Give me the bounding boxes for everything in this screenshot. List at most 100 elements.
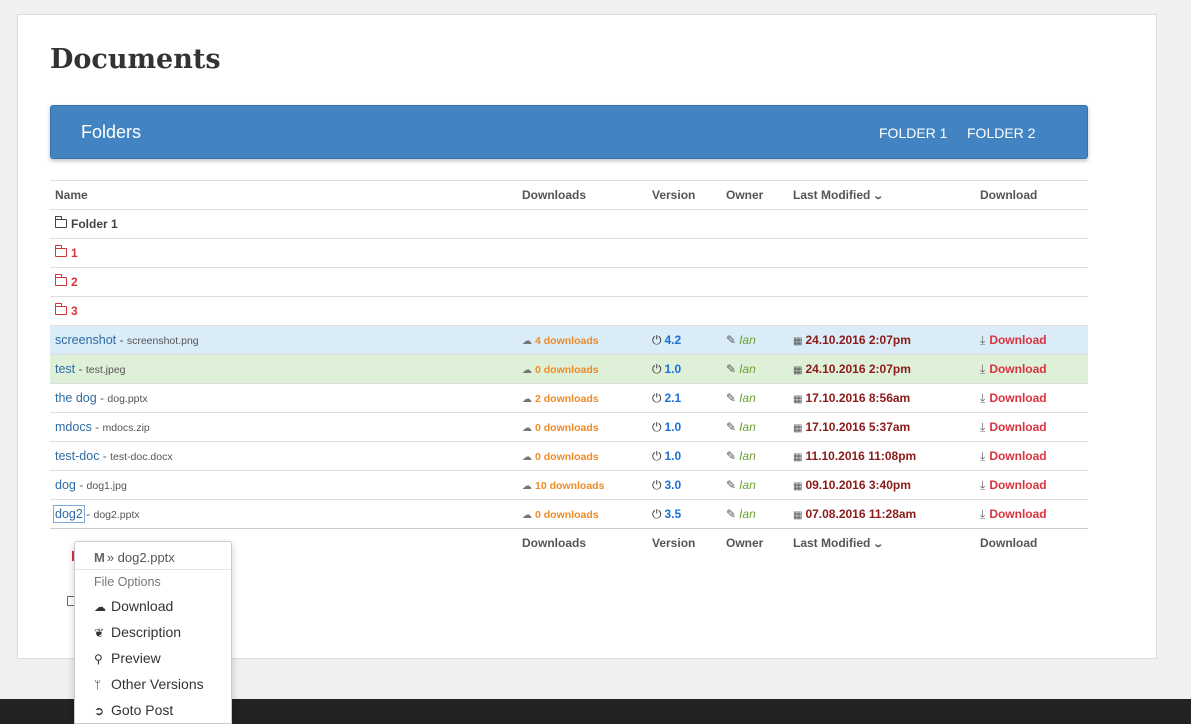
downloads-cell: ☁ 4 downloads xyxy=(517,325,647,355)
table-row: the dog - dog.pptx ☁ 2 downloads ⏻ 2.1 ✎ Ian ▦ 1… xyxy=(50,383,1088,413)
subfolder-link-1[interactable]: 1 xyxy=(54,245,78,260)
cloud-download-icon: ☁ xyxy=(522,481,532,492)
modified-cell: ▦ 11.10.2016 11:08pm xyxy=(788,441,975,471)
file-name-link[interactable]: dog2 xyxy=(53,505,85,523)
col-downloads-header[interactable]: Downloads xyxy=(517,180,647,210)
file-name-cell: dog2 - dog2.pptx xyxy=(50,499,517,529)
menu-item-goto-post[interactable]: ➲ Goto Post xyxy=(75,698,231,724)
footer-version-header[interactable]: Version xyxy=(647,528,721,558)
download-link[interactable]: Download xyxy=(989,478,1046,492)
current-folder-row: Folder 1 xyxy=(50,209,1088,239)
download-link[interactable]: Download xyxy=(989,449,1046,463)
modified-value: 17.10.2016 5:37am xyxy=(805,420,911,434)
col-name-header[interactable]: Name xyxy=(50,180,517,210)
download-cell: ⤓ Download xyxy=(975,441,1088,471)
downloads-cell: ☁ 0 downloads xyxy=(517,412,647,442)
current-folder-label: Folder 1 xyxy=(71,217,118,231)
owner-value: Ian xyxy=(739,420,756,434)
version-value: 1.0 xyxy=(664,419,682,434)
table-header-row: Name Downloads Version Owner Last Modifi… xyxy=(50,180,1088,210)
footer-modified-header[interactable]: Last Modified ⌄ xyxy=(788,528,975,558)
power-icon: ⏻ xyxy=(652,332,662,347)
power-icon: ⏻ xyxy=(652,390,662,405)
download-icon: ⤓ xyxy=(980,332,986,347)
col-owner-header[interactable]: Owner xyxy=(721,180,788,210)
file-name-link[interactable]: dog xyxy=(55,478,76,492)
download-link[interactable]: Download xyxy=(989,333,1046,347)
subfolder-label: 3 xyxy=(71,304,78,318)
download-count: 10 downloads xyxy=(535,480,605,492)
menu-item-other-versions[interactable]: ᛘ Other Versions xyxy=(75,672,231,698)
subfolder-link-2[interactable]: 2 xyxy=(54,274,78,289)
owner-value: Ian xyxy=(739,449,756,463)
download-link[interactable]: Download xyxy=(989,362,1046,376)
menu-item-label: Other Versions xyxy=(111,676,204,692)
menu-item-download[interactable]: ☁ Download xyxy=(75,594,231,620)
menu-item-preview[interactable]: ⚲ Preview xyxy=(75,646,231,672)
footer-downloads-header[interactable]: Downloads xyxy=(517,528,647,558)
table-row: dog - dog1.jpg ☁ 10 downloads ⏻ 3.0 ✎ Ian ▦ 09.1… xyxy=(50,470,1088,500)
folder-icon xyxy=(54,274,67,286)
file-name-link[interactable]: mdocs xyxy=(55,420,92,434)
modified-value: 09.10.2016 3:40pm xyxy=(805,478,911,492)
cloud-download-icon: ☁ xyxy=(522,365,532,376)
file-name-link[interactable]: screenshot xyxy=(55,333,116,347)
download-cell: ⤓ Download xyxy=(975,412,1088,442)
col-modified-header[interactable]: Last Modified ⌄ xyxy=(788,180,975,210)
documents-table: Name Downloads Version Owner Last Modifi… xyxy=(50,180,1088,558)
file-context-menu: M» dog2.pptx File Options ☁ Download ❦ Des… xyxy=(74,541,232,724)
footer-download-header[interactable]: Download xyxy=(975,528,1088,558)
table-row: dog2 - dog2.pptx ☁ 0 downloads ⏻ 3.5 ✎ Ian ▦ 07.… xyxy=(50,499,1088,529)
power-icon: ⏻ xyxy=(652,506,662,521)
calendar-icon: ▦ xyxy=(793,336,803,347)
download-link[interactable]: Download xyxy=(989,507,1046,521)
cloud-download-icon: ☁ xyxy=(522,510,532,521)
file-name-link[interactable]: test-doc xyxy=(55,449,99,463)
download-cell: ⤓ Download xyxy=(975,354,1088,384)
owner-value: Ian xyxy=(739,362,756,376)
version-value: 3.0 xyxy=(664,477,682,492)
version-cell: ⏻ 1.0 xyxy=(647,441,721,471)
download-cell: ⤓ Download xyxy=(975,470,1088,500)
modified-cell: ▦ 17.10.2016 8:56am xyxy=(788,383,975,413)
nav-folder-1[interactable]: FOLDER 1 xyxy=(879,125,947,141)
search-icon: ⚲ xyxy=(94,652,103,666)
file-filename: dog2.pptx xyxy=(93,509,140,521)
cloud-download-icon: ☁ xyxy=(522,423,532,434)
download-cell: ⤓ Download xyxy=(975,499,1088,529)
menu-item-label: Preview xyxy=(111,650,161,666)
subfolder-label: 2 xyxy=(71,275,78,289)
owner-cell: ✎ Ian xyxy=(721,325,788,355)
file-name-cell: screenshot - screenshot.png xyxy=(50,325,517,355)
file-filename: screenshot.png xyxy=(126,335,199,347)
file-name-cell: mdocs - mdocs.zip xyxy=(50,412,517,442)
file-name-link[interactable]: test xyxy=(55,362,75,376)
downloads-cell: ☁ 0 downloads xyxy=(517,354,647,384)
file-name-link[interactable]: the dog xyxy=(55,391,97,405)
table-row: test - test.jpeg ☁ 0 downloads ⏻ 1.0 ✎ Ian ▦ 24.… xyxy=(50,354,1088,384)
nav-folder-2[interactable]: FOLDER 2 xyxy=(967,125,1035,141)
file-filename: dog1.jpg xyxy=(86,480,127,492)
folder-icon xyxy=(54,303,67,315)
power-icon: ⏻ xyxy=(652,477,662,492)
version-cell: ⏻ 3.5 xyxy=(647,499,721,529)
menu-item-description[interactable]: ❦ Description xyxy=(75,620,231,646)
download-icon: ⤓ xyxy=(980,419,986,434)
arrow-circle-right-icon: ➲ xyxy=(94,704,105,718)
download-link[interactable]: Download xyxy=(989,391,1046,405)
footer-owner-header[interactable]: Owner xyxy=(721,528,788,558)
modified-value: 24.10.2016 2:07pm xyxy=(805,362,911,376)
pencil-icon: ✎ xyxy=(726,478,737,492)
download-count: 0 downloads xyxy=(535,422,599,434)
download-link[interactable]: Download xyxy=(989,420,1046,434)
col-version-header[interactable]: Version xyxy=(647,180,721,210)
file-name-cell: test-doc - test-doc.docx xyxy=(50,441,517,471)
subfolder-link-3[interactable]: 3 xyxy=(54,303,78,318)
col-download-header[interactable]: Download xyxy=(975,180,1088,210)
pencil-icon: ✎ xyxy=(726,362,737,376)
owner-value: Ian xyxy=(739,391,756,405)
downloads-cell: ☁ 0 downloads xyxy=(517,441,647,471)
version-cell: ⏻ 1.0 xyxy=(647,354,721,384)
branch-icon: ᛘ xyxy=(94,678,102,692)
download-count: 2 downloads xyxy=(535,393,599,405)
